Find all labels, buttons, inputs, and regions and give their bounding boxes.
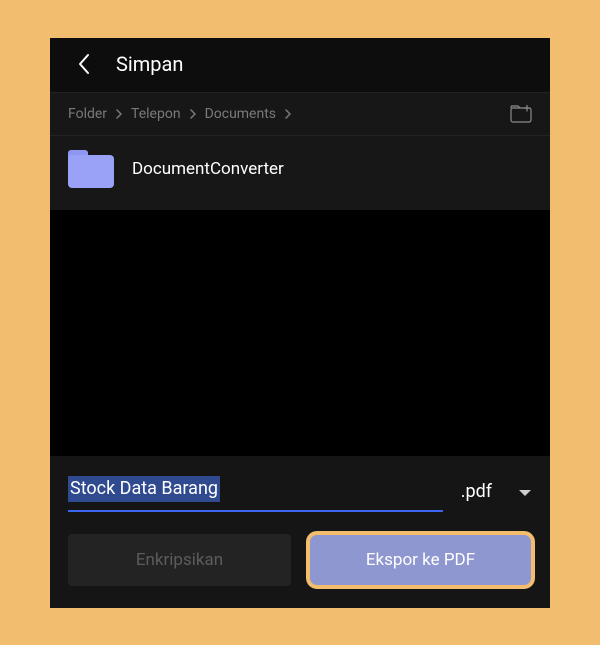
- breadcrumb[interactable]: Folder Telepon Documents: [68, 106, 510, 122]
- chevron-right-icon: [115, 109, 123, 119]
- new-folder-button[interactable]: [510, 103, 532, 125]
- folder-list: DocumentConverter: [50, 136, 550, 210]
- extension-picker[interactable]: .pdf: [461, 481, 532, 512]
- caret-down-icon: [518, 481, 532, 502]
- extension-label: .pdf: [461, 481, 492, 502]
- dialog-title: Simpan: [116, 52, 183, 76]
- dialog-header: Simpan: [50, 38, 550, 92]
- folder-icon: [68, 150, 114, 188]
- filename-value: Stock Data Barang: [68, 476, 220, 501]
- back-button[interactable]: [72, 52, 96, 76]
- encrypt-label: Enkripsikan: [136, 550, 223, 570]
- save-dialog: Simpan Folder Telepon Documents: [50, 38, 550, 608]
- filename-row: Stock Data Barang .pdf: [68, 470, 532, 511]
- bottom-panel: Stock Data Barang .pdf Enkripsikan Ekspo…: [50, 456, 550, 607]
- encrypt-button[interactable]: Enkripsikan: [68, 534, 291, 586]
- breadcrumb-bar: Folder Telepon Documents: [50, 92, 550, 136]
- breadcrumb-item[interactable]: Folder: [68, 106, 107, 122]
- breadcrumb-item[interactable]: Telepon: [131, 106, 181, 122]
- chevron-right-icon: [284, 109, 292, 119]
- chevron-right-icon: [189, 109, 197, 119]
- chevron-left-icon: [77, 53, 91, 75]
- empty-area: [50, 210, 550, 457]
- export-pdf-button[interactable]: Ekspor ke PDF: [309, 534, 532, 586]
- export-label: Ekspor ke PDF: [366, 550, 475, 570]
- filename-input[interactable]: Stock Data Barang: [68, 470, 443, 511]
- breadcrumb-item[interactable]: Documents: [205, 106, 276, 122]
- action-row: Enkripsikan Ekspor ke PDF: [68, 534, 532, 586]
- folder-item[interactable]: DocumentConverter: [68, 150, 532, 188]
- new-folder-icon: [510, 105, 532, 123]
- folder-name: DocumentConverter: [132, 159, 284, 179]
